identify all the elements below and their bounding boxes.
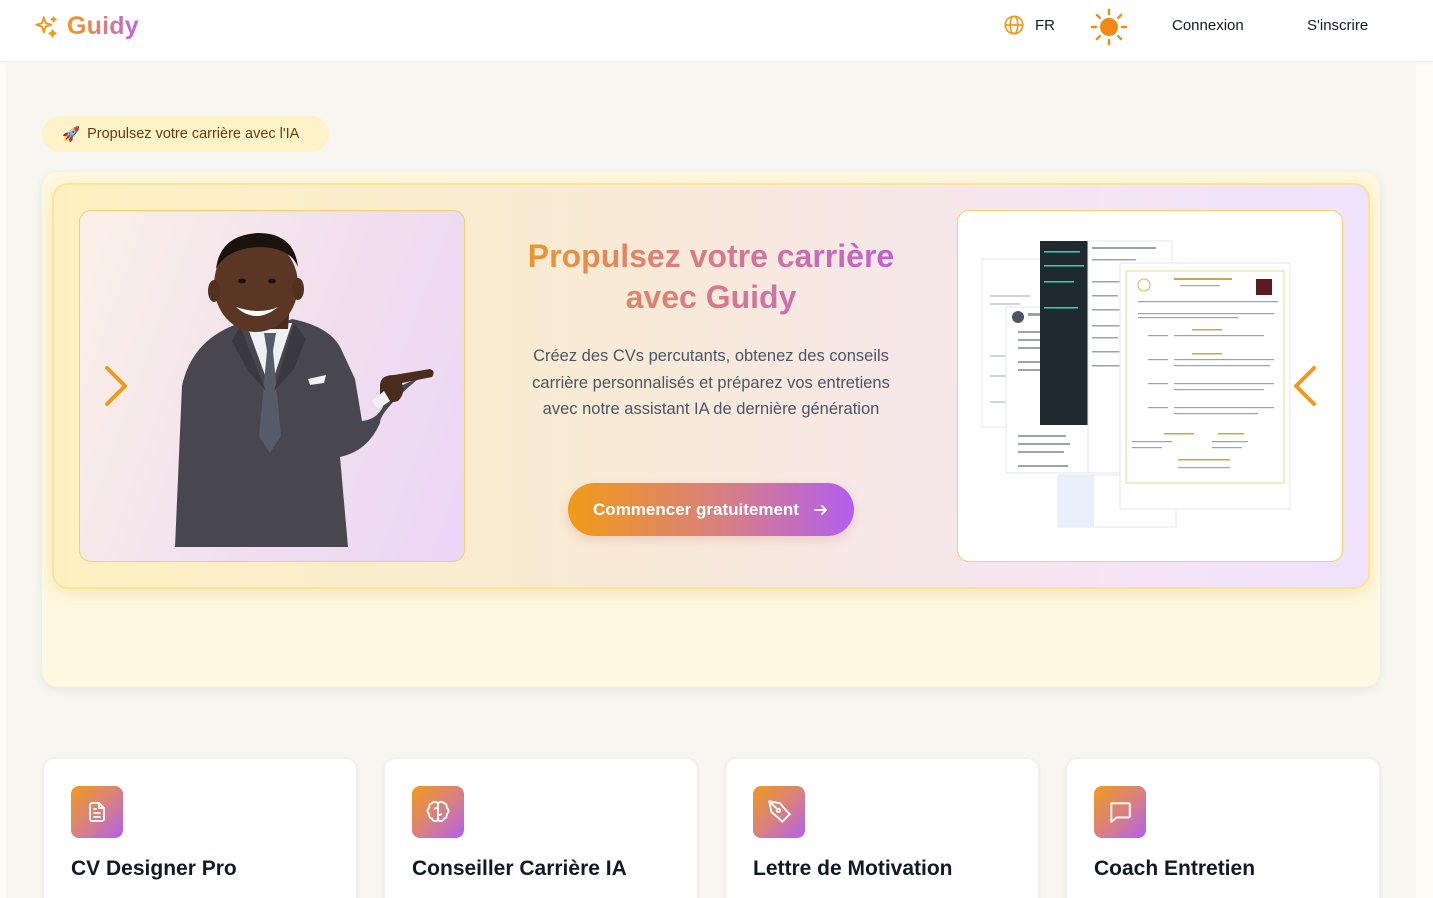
feature-title: Lettre de Motivation (753, 857, 953, 880)
language-code: FR (1035, 16, 1055, 34)
language-selector[interactable]: FR (1003, 14, 1055, 36)
brand-logo[interactable]: Guidy (33, 12, 139, 41)
cv-templates-preview (957, 210, 1343, 562)
top-navbar: Guidy FR Connexion S'inscrire (0, 0, 1433, 62)
hero-title-line2: avec Guidy (625, 279, 797, 315)
tagline-badge: 🚀 Propulsez votre carrière avec l'IA (42, 116, 329, 152)
pen-tool-icon (753, 786, 805, 838)
feature-card-cv-designer[interactable]: CV Designer Pro (43, 758, 357, 898)
tagline-text: Propulsez votre carrière avec l'IA (87, 126, 300, 142)
feature-title: CV Designer Pro (71, 857, 237, 880)
document-icon (71, 786, 123, 838)
feature-title: Coach Entretien (1094, 857, 1256, 880)
message-icon (1094, 786, 1146, 838)
signup-link[interactable]: S'inscrire (1307, 17, 1368, 34)
login-link[interactable]: Connexion (1172, 17, 1244, 34)
feature-card-cover-letter[interactable]: Lettre de Motivation (725, 758, 1039, 898)
brain-icon (412, 786, 464, 838)
start-free-label: Commencer gratuitement (593, 499, 799, 519)
hero-description: Créez des CVs percutants, obtenez des co… (532, 347, 890, 418)
theme-toggle[interactable] (1090, 8, 1128, 46)
feature-card-career-advisor[interactable]: Conseiller Carrière IA (384, 758, 698, 898)
sparkles-icon (35, 15, 57, 38)
arrow-right-icon (814, 504, 827, 515)
hero-person-image (79, 210, 465, 562)
feature-card-interview-coach[interactable]: Coach Entretien (1066, 758, 1380, 898)
feature-title: Conseiller Carrière IA (412, 857, 627, 880)
hero-title: Propulsez votre carrière avec Guidy (500, 236, 922, 318)
brand-name: Guidy (67, 12, 139, 40)
cv-documents-illustration (981, 240, 1291, 528)
globe-icon (1004, 15, 1024, 35)
rocket-icon: 🚀 (62, 126, 81, 143)
hero-title-line1: Propulsez votre carrière (527, 238, 895, 274)
start-free-button[interactable]: Commencer gratuitement (568, 483, 854, 536)
carousel-prev-icon[interactable] (1291, 363, 1321, 409)
carousel-next-icon[interactable] (100, 363, 130, 409)
man-pointing-illustration (175, 233, 434, 547)
sun-icon (1090, 8, 1128, 46)
